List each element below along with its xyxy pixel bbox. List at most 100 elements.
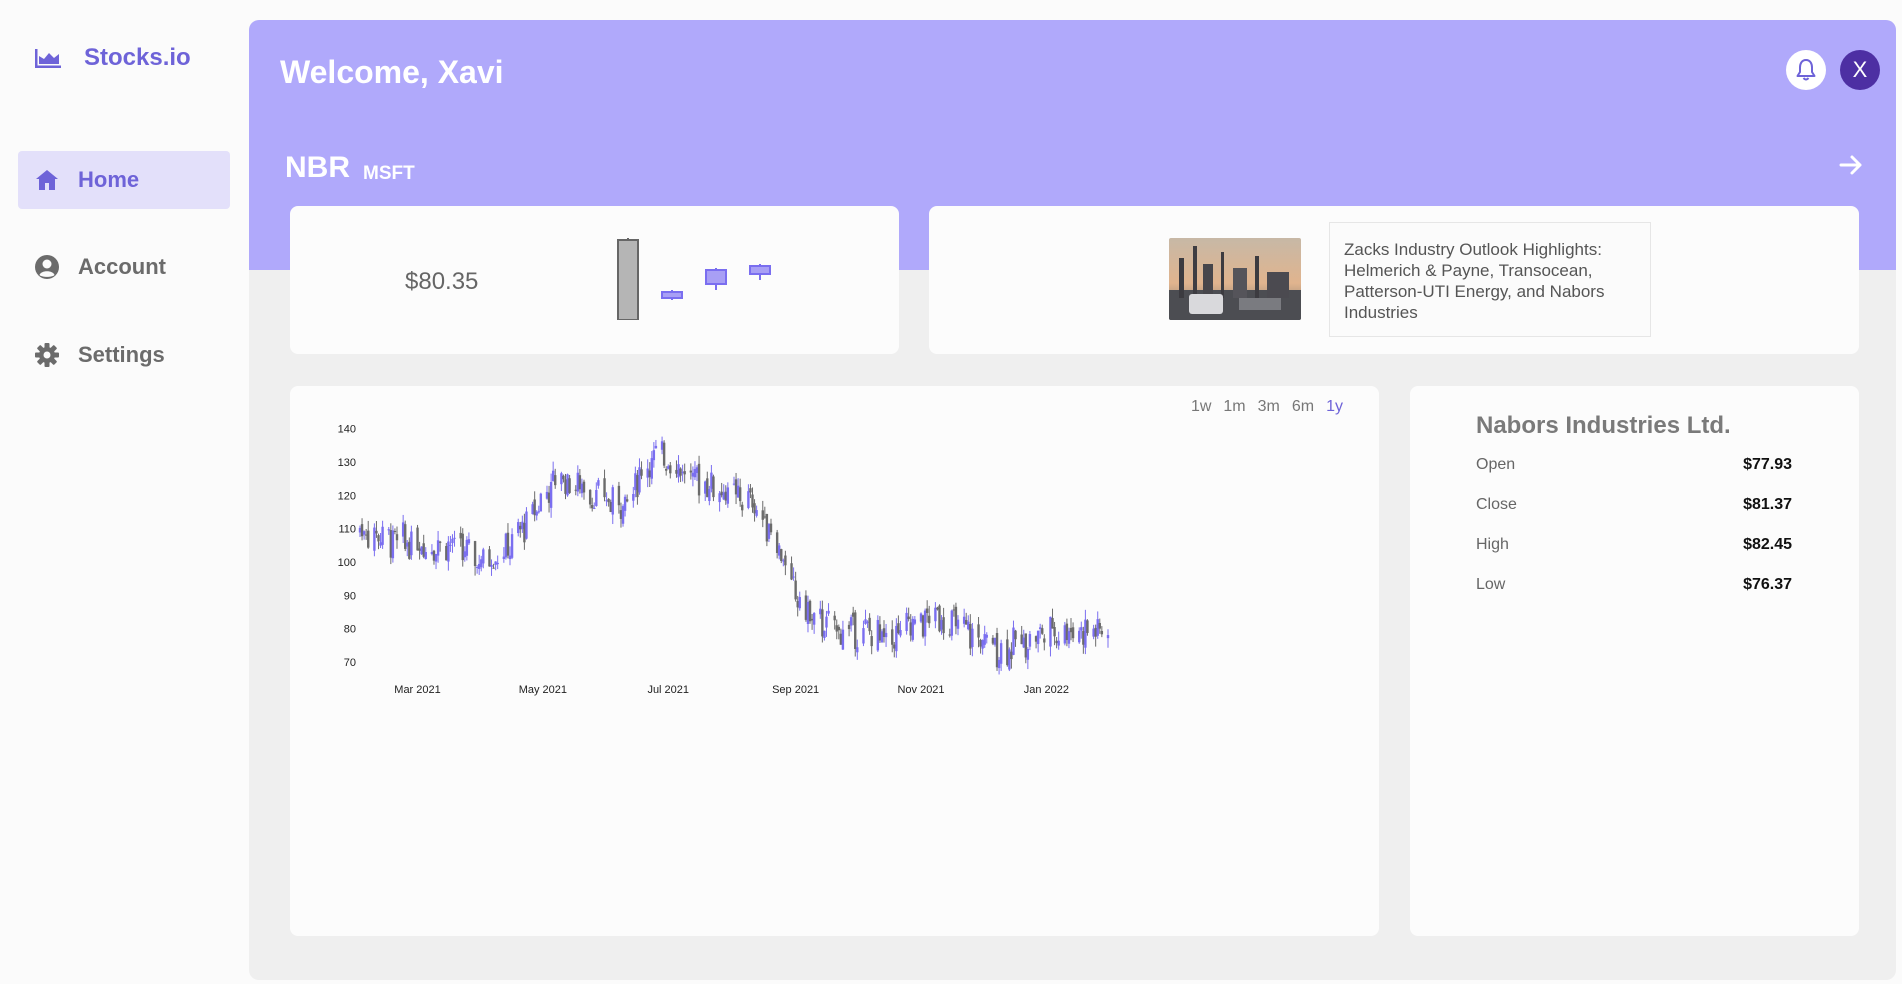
candle-body [841,629,845,650]
candle-body [956,619,960,629]
sidebar: Stocks.io Home Account Settings [0,0,248,984]
candle-body [1055,640,1058,644]
candle-body [578,475,582,490]
candle-body [551,470,555,482]
y-tick-label: 130 [338,457,356,469]
candle-body [480,559,483,568]
notifications-button[interactable] [1786,50,1826,90]
candle-body [1080,627,1083,631]
logo[interactable]: Stocks.io [34,44,191,72]
info-value: $77.93 [1743,456,1792,473]
candle-body [1034,636,1038,642]
avatar[interactable]: X [1840,50,1880,90]
candle-body [447,541,450,562]
candle-body [934,607,937,622]
candle-body [525,511,528,539]
news-headline[interactable]: Zacks Industry Outlook Highlights: Helme… [1329,222,1651,337]
candle-body [430,552,434,555]
candle-body [775,532,779,553]
candle-body [753,503,756,514]
candle-body [632,493,635,501]
candle-body [925,608,929,613]
candle-body [1043,638,1046,643]
candle-body [660,441,664,450]
company-name: Nabors Industries Ltd. [1476,412,1731,439]
info-value: $81.37 [1743,496,1792,513]
candle-body [812,613,816,625]
mini-candle-chart [617,238,771,320]
bell-icon [1796,59,1816,81]
candle-body [985,634,988,638]
candle-body [878,624,882,641]
candle-body [360,524,364,537]
candle-body [634,473,637,491]
candle-body [1008,649,1011,670]
candle-body [358,527,362,533]
candle-body [521,521,524,530]
candle-body [971,628,974,648]
candle-body [477,563,481,569]
news-thumbnail[interactable] [1169,238,1301,320]
x-tick-label: Mar 2021 [394,684,440,696]
candle-body [977,624,980,638]
candle-body [547,492,551,503]
candle-body [679,468,682,476]
y-tick-label: 100 [338,557,356,569]
x-tick-label: Jul 2021 [647,684,689,696]
sidebar-item-account[interactable]: Account [18,238,230,296]
y-tick-label: 120 [338,490,356,502]
info-value: $76.37 [1743,576,1792,593]
candle-body [537,511,540,513]
candle-body [406,542,409,547]
candle-body [593,507,596,509]
candle-body [765,514,769,542]
sidebar-item-settings[interactable]: Settings [18,326,230,384]
candle-body [605,500,608,502]
y-tick-label: 110 [338,524,356,536]
candle-body [893,644,896,649]
mini-candle-body [617,239,639,320]
candle-body [422,543,425,557]
candle-body [638,467,641,493]
main-panel: Welcome, Xavi X NBR MSFT $80.35 Zacks In… [249,20,1896,980]
candle-body [640,469,643,476]
ticker-secondary[interactable]: MSFT [363,163,415,185]
sidebar-item-home[interactable]: Home [18,151,230,209]
candle-body [769,523,773,533]
info-row-low: Low $76.37 [1476,576,1792,594]
candle-body [574,489,577,491]
candle-body [921,615,925,637]
news-card[interactable]: Zacks Industry Outlook Highlights: Helme… [929,206,1859,354]
candle-body [870,636,873,647]
candle-body [1106,635,1110,639]
candle-body [1010,651,1013,660]
candle-body [948,634,951,636]
candle-body [693,469,697,478]
price-card: $80.35 [290,206,899,354]
arrow-right-icon[interactable] [1838,152,1864,178]
candle-body [913,619,917,624]
candle-body [506,532,510,556]
candle-body [424,552,427,559]
candle-body [459,532,462,539]
candle-body [936,607,939,610]
candle-body [1020,634,1023,645]
candle-body [962,616,966,624]
candlestick-chart[interactable]: 140 130 120 110 100 90 80 70 Mar 2021 May 2021 Jul… [290,386,1379,936]
y-tick-label: 140 [338,424,356,436]
candle-body [1024,633,1028,658]
candle-body [488,549,491,567]
candle-body [373,527,376,551]
candle-body [545,491,549,499]
candle-body [835,625,838,632]
candle-body [1098,622,1101,629]
candle-body [595,489,598,506]
candle-body [897,623,900,634]
welcome-title: Welcome, Xavi [280,54,504,90]
candle-body [549,482,553,508]
candle-body [494,561,497,565]
candle-body [648,470,651,478]
candle-body [560,473,563,485]
info-value: $82.45 [1743,536,1792,553]
candle-body [997,659,1001,669]
